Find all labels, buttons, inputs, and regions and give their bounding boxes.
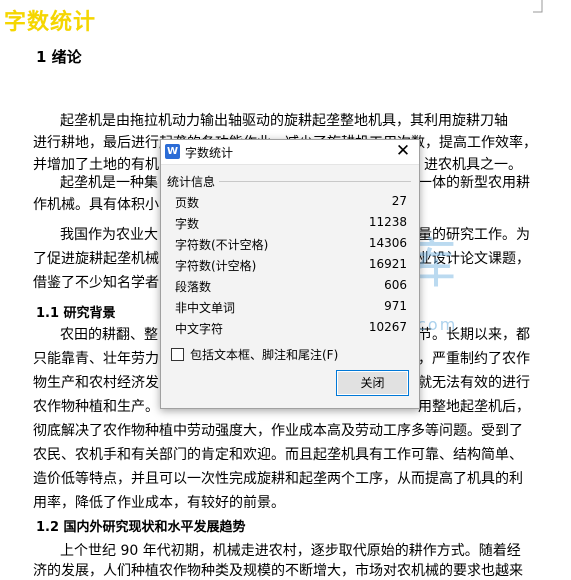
- stat-value: 16921: [368, 257, 407, 271]
- section-heading-1-2: 1.2 国内外研究现状和水平发展趋势: [36, 520, 246, 535]
- doc-line: 农田的耕翻、整: [60, 327, 158, 343]
- stat-label: 非中文单词: [175, 301, 236, 315]
- margin-corner-mark: [533, 0, 543, 13]
- doc-line: 节。长期以来，都: [418, 327, 530, 343]
- overlay-title: 字数统计: [4, 10, 97, 35]
- stat-row-paragraphs: 段落数 606: [175, 278, 407, 298]
- doc-line: 造价低等特点，并且可以一次性完成旋耕和起垄两个工序，从而提高了机具的利: [33, 471, 523, 487]
- stat-label: 字数: [175, 217, 200, 231]
- stat-row-words: 字数 11238: [175, 215, 407, 235]
- stat-label: 段落数: [175, 280, 212, 294]
- section-heading-1-1: 1.1 研究背景: [36, 306, 116, 321]
- wps-w-icon: W: [165, 144, 180, 159]
- stat-value: 27: [391, 194, 407, 208]
- stat-row-chinese-chars: 中文字符 10267: [175, 320, 407, 340]
- include-textbox-footnotes-checkbox[interactable]: 包括文本框、脚注和尾注(F): [171, 346, 338, 363]
- doc-line: 农作物种植和生产。: [33, 399, 159, 415]
- doc-line: 上个世纪 90 年代初期，机械走进农村，逐步取代原始的耕作方式。随着经: [60, 543, 521, 559]
- doc-line: 起垄机是由拖拉机动力输出轴驱动的旋耕起垄整地机具，其利用旋耕刀轴: [60, 113, 508, 129]
- doc-line: 用整地起垄机后，: [418, 399, 530, 415]
- group-divider: [217, 181, 411, 182]
- stat-row-chars-no-spaces: 字符数(不计空格) 14306: [175, 236, 407, 256]
- stat-row-non-chinese-words: 非中文单词 971: [175, 299, 407, 319]
- doc-line: 一体的新型农用耕: [418, 175, 530, 191]
- doc-line: 济的发展，人们种植农作物种类及规模的不断增大，市场对农机械的要求也越来: [33, 563, 523, 579]
- doc-line: 彻底解决了农作物种植中劳动强度大，作业成本高及劳动工序多等问题。受到了: [33, 423, 523, 439]
- doc-line: 物生产和农村经济发: [33, 375, 159, 391]
- doc-line: 并增加了土地的有机: [33, 157, 159, 173]
- stat-label: 字符数(计空格): [175, 259, 257, 273]
- word-count-dialog: W 字数统计 ✕ 统计信息 页数 27 字数 11238 字符数(不计空格) 1…: [160, 139, 420, 409]
- stat-label: 中文字符: [175, 322, 224, 336]
- doc-line: 我国作为农业大: [60, 227, 158, 243]
- doc-line: 只能靠青、壮年劳力: [33, 351, 159, 367]
- doc-line: 农民、农机手和有关部门的肯定和欢迎。而且起垄机具有工作可靠、结构简单、: [33, 447, 523, 463]
- doc-line: 了促进旋耕起垄机械: [33, 251, 159, 267]
- stats-group-label: 统计信息: [167, 173, 220, 190]
- stat-value: 606: [384, 278, 407, 292]
- stat-value: 10267: [368, 320, 407, 334]
- doc-line: 作机械。具有体积小: [33, 197, 159, 213]
- stat-row-chars-with-spaces: 字符数(计空格) 16921: [175, 257, 407, 277]
- doc-line: 业设计论文课题，: [418, 251, 530, 267]
- stat-row-pages: 页数 27: [175, 194, 407, 214]
- doc-line: 进农机具之一。: [424, 157, 522, 173]
- doc-line: 就无法有效的进行: [418, 375, 530, 391]
- close-button[interactable]: 关闭: [336, 370, 409, 396]
- chapter-heading: 1 绪论: [36, 48, 82, 66]
- dialog-title: 字数统计: [185, 146, 234, 160]
- checkbox-box[interactable]: [171, 348, 184, 361]
- stat-label: 页数: [175, 196, 200, 210]
- stat-value: 971: [384, 299, 407, 313]
- stat-value: 11238: [368, 215, 407, 229]
- doc-line: ，严重制约了农作: [418, 351, 530, 367]
- stat-value: 14306: [368, 236, 407, 250]
- stat-label: 字符数(不计空格): [175, 238, 269, 252]
- close-icon[interactable]: ✕: [393, 141, 413, 161]
- dialog-titlebar[interactable]: W 字数统计 ✕: [161, 140, 419, 165]
- doc-line: 用率，降低了作业成本，有较好的前景。: [33, 495, 285, 511]
- checkbox-label: 包括文本框、脚注和尾注(F): [190, 348, 339, 362]
- doc-line: 量的研究工作。为: [418, 227, 530, 243]
- doc-line: 借鉴了不少知名学者: [33, 275, 159, 291]
- doc-line: 起垄机是一种集: [60, 175, 158, 191]
